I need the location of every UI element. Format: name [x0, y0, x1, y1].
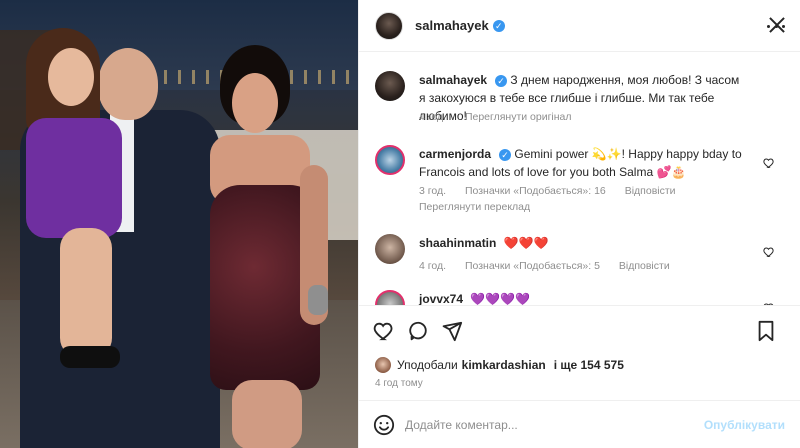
comments-list[interactable]: salmahayek ✓ З днем народження, моя любов… — [359, 53, 800, 305]
comment-avatar[interactable] — [375, 290, 405, 305]
author-avatar[interactable] — [375, 11, 403, 40]
comment-time: 4 год. — [419, 260, 447, 272]
photo-girl — [20, 28, 130, 378]
likes-prefix: Уподобали — [397, 358, 458, 372]
comment-text-block: shaahinmatin ❤️❤️❤️ — [419, 234, 749, 252]
caption-meta: 4 год. Переглянути оригінал — [419, 111, 588, 123]
photo-woman — [180, 45, 350, 448]
author-username[interactable]: salmahayek — [415, 18, 489, 33]
comment-icon[interactable] — [407, 320, 429, 342]
comment-text-block: jovvx74 💜💜💜💜 — [419, 290, 749, 305]
comment-meta: 3 год. Позначки «Подобається»: 16 Відпов… — [419, 185, 692, 197]
comment-like-heart-icon[interactable] — [763, 157, 775, 169]
emoji-icon[interactable] — [373, 414, 395, 436]
comment-likes[interactable]: Позначки «Подобається»: 5 — [465, 260, 600, 272]
comment-meta: 4 год. Позначки «Подобається»: 5 Відпові… — [419, 260, 686, 272]
likes-count[interactable]: і ще 154 575 — [554, 358, 624, 372]
see-translation-link[interactable]: Переглянути переклад — [419, 201, 530, 213]
comment-username[interactable]: jovvx74 — [419, 292, 463, 305]
action-bar — [359, 305, 800, 353]
verified-badge-icon: ✓ — [492, 19, 505, 32]
post-panel: salmahayek ✓ salmahayek ✓ З днем народжен… — [358, 0, 800, 448]
like-heart-icon[interactable] — [373, 320, 395, 342]
caption-time: 4 год. — [419, 111, 447, 123]
comment-avatar[interactable] — [375, 234, 405, 264]
reply-button[interactable]: Відповісти — [625, 185, 676, 197]
comment-time: 3 год. — [419, 185, 447, 197]
likes-avatar[interactable] — [375, 357, 391, 373]
close-icon[interactable] — [768, 16, 786, 34]
bookmark-icon[interactable] — [755, 320, 777, 342]
verified-badge-icon: ✓ — [499, 149, 512, 161]
comment-username[interactable]: shaahinmatin — [419, 236, 496, 250]
comment-input[interactable] — [405, 409, 704, 440]
comment-like-heart-icon[interactable] — [763, 246, 775, 258]
likes-summary: Уподобали kimkardashian і ще 154 575 — [375, 354, 785, 376]
comment-username[interactable]: carmenjorda — [419, 147, 491, 161]
publish-button[interactable]: Опублікувати — [704, 418, 785, 432]
comment-compose-bar: Опублікувати — [359, 400, 800, 448]
comment-avatar[interactable] — [375, 145, 405, 175]
post-photo[interactable] — [0, 0, 358, 448]
see-original-link[interactable]: Переглянути оригінал — [465, 111, 572, 123]
share-icon[interactable] — [441, 320, 463, 342]
comment-text: 💜💜💜💜 — [470, 292, 531, 305]
comment-text-block: carmenjorda ✓ Gemini power 💫✨! Happy happ… — [419, 145, 749, 181]
post-timestamp: 4 год тому — [375, 378, 423, 389]
likes-user[interactable]: kimkardashian — [462, 358, 546, 372]
comment-likes[interactable]: Позначки «Подобається»: 16 — [465, 185, 606, 197]
post-header: salmahayek ✓ — [359, 0, 800, 52]
comment-text: ❤️❤️❤️ — [503, 236, 549, 250]
reply-button[interactable]: Відповісти — [619, 260, 670, 272]
caption-avatar[interactable] — [375, 71, 405, 101]
caption-username[interactable]: salmahayek — [419, 73, 487, 87]
post-modal: salmahayek ✓ salmahayek ✓ З днем народжен… — [0, 0, 800, 448]
verified-badge-icon: ✓ — [495, 75, 508, 87]
